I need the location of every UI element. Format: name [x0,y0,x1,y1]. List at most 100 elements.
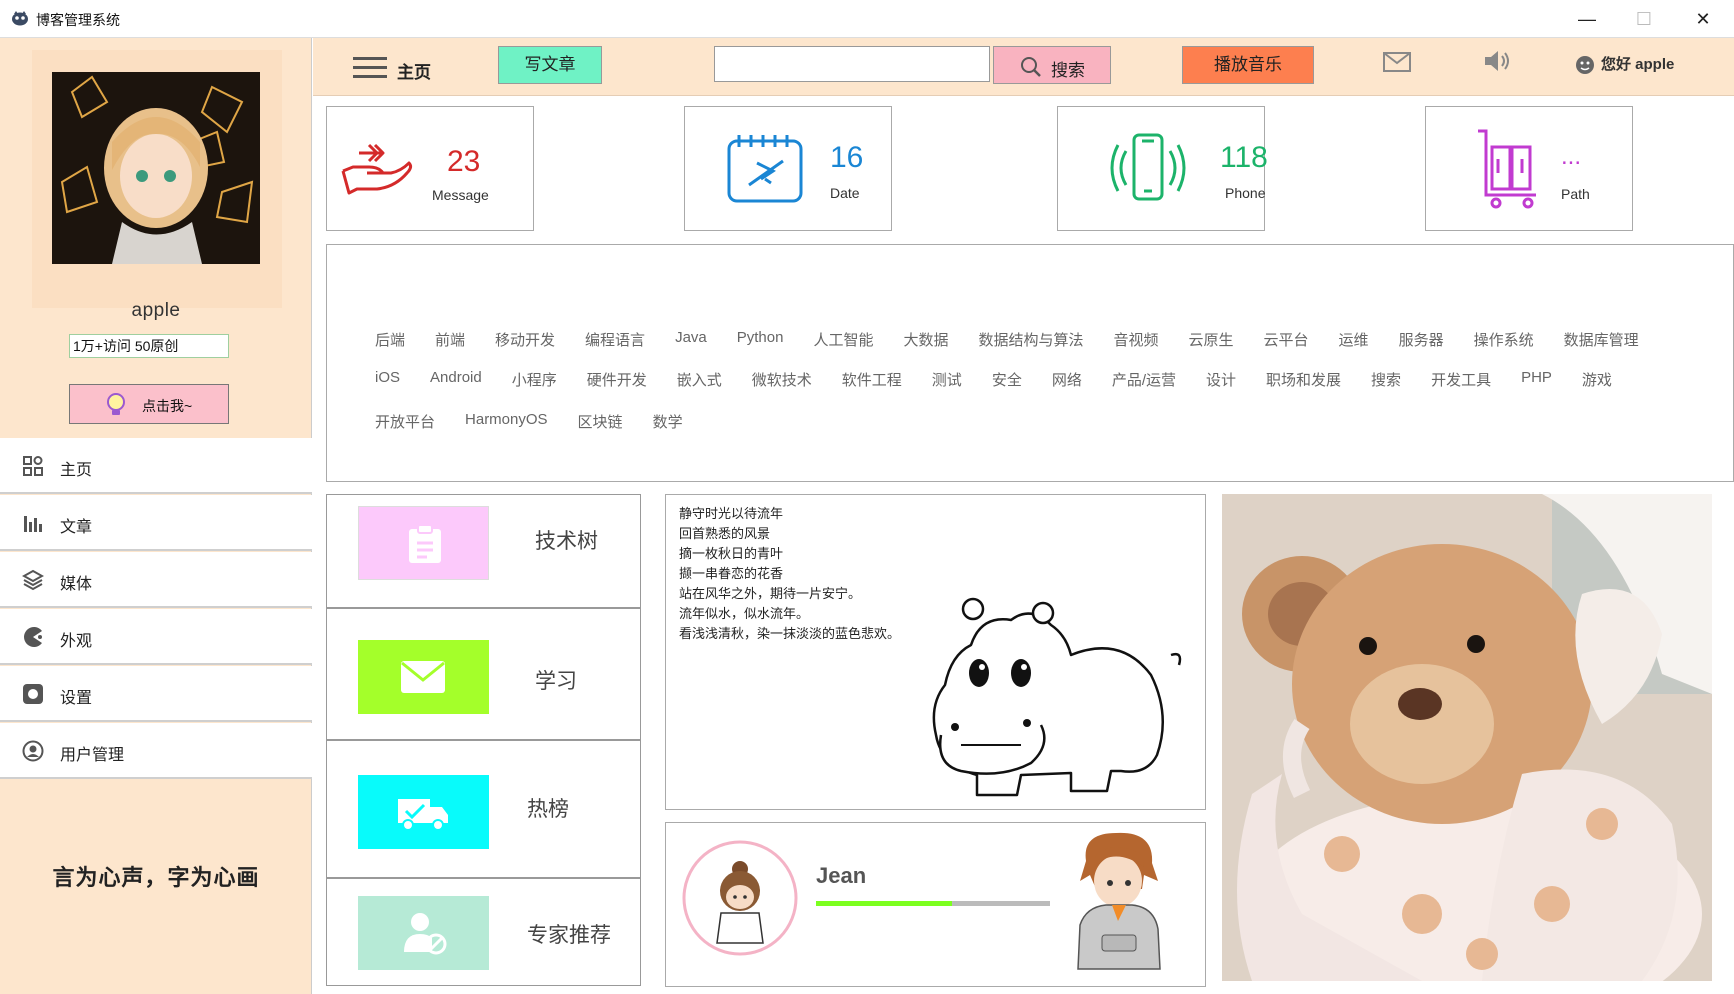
message-card[interactable]: 23 Message [326,106,534,231]
hand-icon [341,143,413,195]
path-value: ... [1561,143,1582,170]
tag[interactable]: 小程序 [512,369,557,390]
tag[interactable]: 开发工具 [1431,369,1491,390]
poem-line: 撷一串眷恋的花香 [679,567,784,582]
tag[interactable]: 搜索 [1371,369,1401,390]
tag[interactable]: 微软技术 [752,369,812,390]
profile-avatar[interactable] [681,839,799,957]
sidebar-item-label: 文章 [60,519,93,536]
visit-stats: 1万+访问 50原创 [69,334,229,358]
tag[interactable]: 设计 [1206,369,1236,390]
boy-character-drawing [1077,832,1161,970]
maximize-button[interactable]: ☐ [1624,6,1664,32]
tag[interactable]: 云原生 [1189,329,1234,350]
feature-tile [358,506,489,580]
avatar[interactable] [52,72,260,264]
profile-name: Jean [816,863,867,888]
search-button[interactable]: 搜索 [993,46,1111,84]
sidebar-item-label: 设置 [60,690,93,707]
bar-chart-icon [24,516,42,532]
sidebar-item-label: 用户管理 [60,747,125,764]
tag[interactable]: 嵌入式 [677,369,722,390]
phone-label: Phone [1225,185,1266,201]
greeting-text: 您好 apple [1601,56,1675,73]
tag[interactable]: 职场和发展 [1266,369,1341,390]
tag[interactable]: 移动开发 [495,329,555,350]
poem-line: 流年似水，似水流年。 [679,607,810,622]
feature-tile [358,775,489,849]
sidebar-item-appearance[interactable]: 外观 [0,609,312,665]
feature-hot-list[interactable]: 热榜 [326,740,641,878]
tag[interactable]: 编程语言 [585,329,645,350]
user-greeting[interactable]: 您好 apple [1575,53,1674,75]
sidebar-item-settings[interactable]: 设置 [0,666,312,722]
lightbulb-icon [107,393,125,415]
teddy-bear-photo [1222,494,1712,981]
feature-label: 学习 [535,670,577,693]
feature-label: 专家推荐 [527,924,611,947]
tag[interactable]: 运维 [1339,329,1369,350]
sidebar-item-label: 媒体 [60,576,93,593]
write-article-button[interactable]: 写文章 [498,46,602,84]
tag[interactable]: 云平台 [1264,329,1309,350]
minimize-button[interactable]: — [1567,6,1607,32]
tag[interactable]: 数据结构与算法 [978,329,1083,350]
tag[interactable]: 区块链 [578,411,623,432]
tag[interactable]: 人工智能 [813,329,873,350]
tag[interactable]: 网络 [1052,369,1082,390]
tag[interactable]: 测试 [932,369,962,390]
close-button[interactable]: ✕ [1683,6,1723,32]
feature-tile [358,640,489,714]
profile-progress-bar [816,901,1050,906]
date-card[interactable]: 16 Date [684,106,892,231]
click-me-button[interactable]: 点击我~ [69,384,229,424]
poem-line: 回首熟悉的风景 [679,527,771,542]
date-label: Date [830,185,860,201]
tag[interactable]: 后端 [375,329,405,350]
tag[interactable]: 数据库管理 [1564,329,1639,350]
hippo-drawing [932,597,1182,797]
volume-icon[interactable] [1483,48,1513,74]
feature-learning[interactable]: 学习 [326,608,641,740]
tag[interactable]: HarmonyOS [465,411,548,432]
tag[interactable]: PHP [1521,369,1552,390]
phone-card[interactable]: 118 Phone [1057,106,1268,231]
sidebar-item-user-management[interactable]: 用户管理 [0,723,312,779]
motto: 言为心声，字为心画 [52,865,260,890]
tag[interactable]: 数学 [653,411,683,432]
search-input[interactable] [714,46,990,82]
teddy-bear-image [1222,494,1712,981]
phone-value: 118 [1220,141,1268,174]
sidebar-item-media[interactable]: 媒体 [0,552,312,608]
tag[interactable]: 产品/运营 [1112,369,1176,390]
tag[interactable]: 游戏 [1582,369,1612,390]
feature-label: 技术树 [535,530,598,553]
profile-panel: Jean [665,822,1206,987]
feature-tile [358,896,489,970]
tag[interactable]: 安全 [992,369,1022,390]
tag[interactable]: Java [675,329,707,350]
tag[interactable]: Python [737,329,784,350]
tag[interactable]: 硬件开发 [587,369,647,390]
tag-row-2: iOS Android 小程序 硬件开发 嵌入式 微软技术 软件工程 测试 安全… [375,369,1642,390]
tag[interactable]: 开放平台 [375,411,435,432]
path-card[interactable]: ... Path [1425,106,1633,231]
mail-icon[interactable] [1383,52,1411,72]
tag[interactable]: 音视频 [1114,329,1159,350]
date-value: 16 [830,141,864,174]
menu-icon[interactable] [353,57,387,79]
tag[interactable]: iOS [375,369,400,390]
tag[interactable]: 大数据 [903,329,948,350]
sidebar-item-articles[interactable]: 文章 [0,495,312,551]
tag[interactable]: 操作系统 [1474,329,1534,350]
tag[interactable]: 服务器 [1399,329,1444,350]
tag[interactable]: 软件工程 [842,369,902,390]
truck-check-icon [398,799,448,831]
sidebar-item-home[interactable]: 主页 [0,438,312,494]
tag[interactable]: 前端 [435,329,465,350]
feature-expert-recommend[interactable]: 专家推荐 [326,878,641,986]
play-music-button[interactable]: 播放音乐 [1182,46,1314,84]
tag[interactable]: Android [430,369,482,390]
feature-tech-tree[interactable]: 技术树 [326,494,641,608]
user-circle-icon [22,740,44,762]
